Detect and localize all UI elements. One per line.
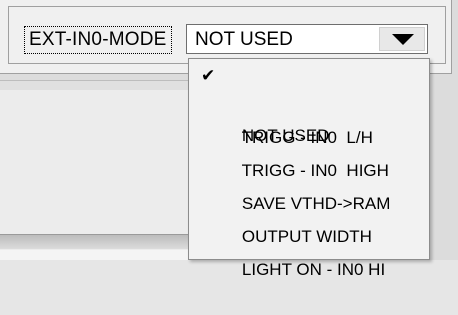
ext-in0-mode-select[interactable]: NOT USED (186, 24, 428, 54)
chevron-down-icon (392, 34, 414, 45)
option-trigg-in0-lh[interactable]: TRIGG - IN0 L/H (189, 93, 429, 147)
checkmark-icon: ✔ (201, 66, 216, 85)
bottom-rail (0, 250, 190, 260)
option-save-vthd-ram[interactable]: SAVE VTHD->RAM (189, 159, 429, 213)
option-output-width[interactable]: OUTPUT WIDTH (189, 192, 429, 246)
selected-value: NOT USED (195, 29, 293, 50)
option-trigg-in0-high[interactable]: TRIGG - IN0 HIGH (189, 126, 429, 180)
ext-in0-mode-label: EXT-IN0-MODE (24, 26, 172, 54)
mode-dropdown-list: ✔ NOT USED TRIGG - IN0 L/H TRIGG - IN0 H… (188, 58, 430, 279)
option-not-used[interactable]: ✔ NOT USED (189, 61, 429, 145)
option-label: LIGHT ON - IN0 HI (241, 260, 386, 279)
option-light-on-in0-hi[interactable]: LIGHT ON - IN0 HI (189, 225, 429, 279)
horizontal-scrollbar[interactable] (0, 234, 190, 249)
dropdown-button[interactable] (379, 27, 425, 51)
